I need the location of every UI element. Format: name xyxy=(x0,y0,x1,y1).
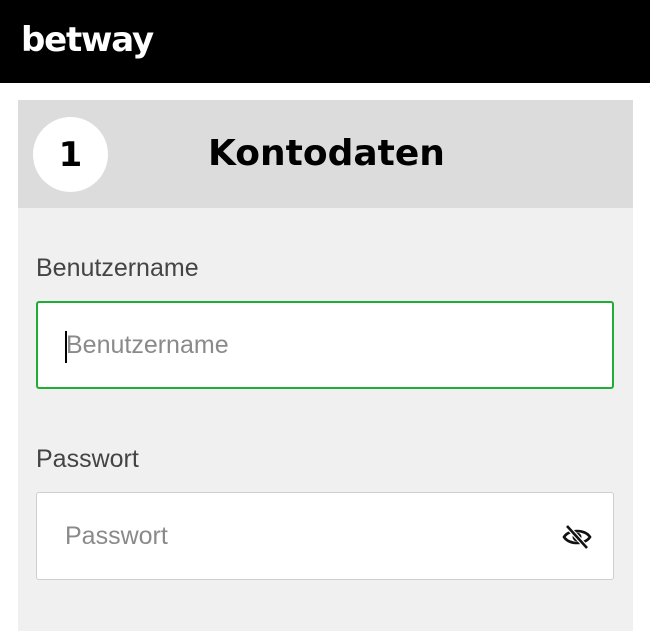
top-bar: betway xyxy=(0,0,650,83)
step-number-badge: 1 xyxy=(33,117,108,192)
show-password-toggle[interactable] xyxy=(561,522,593,552)
password-label: Passwort xyxy=(36,445,139,473)
username-input[interactable] xyxy=(66,303,566,387)
username-field-container xyxy=(36,301,614,389)
panel-title: Kontodaten xyxy=(208,133,445,174)
password-input[interactable] xyxy=(65,493,565,579)
username-label: Benutzername xyxy=(36,254,199,282)
password-field-container xyxy=(36,492,614,580)
text-caret xyxy=(65,331,67,363)
betway-logo[interactable]: betway xyxy=(21,20,154,60)
panel-header: 1 Kontodaten xyxy=(18,100,633,208)
eye-slash-icon xyxy=(562,524,592,550)
account-details-panel: 1 Kontodaten Benutzername Passwort xyxy=(18,100,633,631)
